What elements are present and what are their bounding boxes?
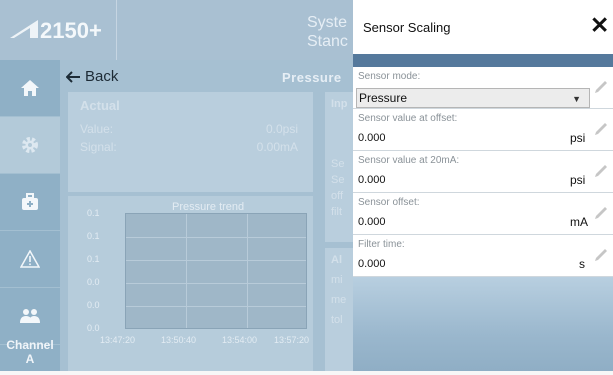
product-name: 2150+ <box>40 18 102 43</box>
back-button[interactable]: Back <box>66 68 118 85</box>
x-tick: 13:47:20 <box>100 335 136 345</box>
sidebar-item-settings[interactable] <box>0 117 60 174</box>
input-card-line: filt <box>331 206 342 218</box>
logo-icon <box>10 20 38 38</box>
select-value: Pressure <box>359 91 408 105</box>
sensor-value-offset-field: Sensor value at offset: 0.000 psi <box>353 109 613 151</box>
alarm-card-line: me <box>331 294 347 306</box>
trend-plot-area <box>125 213 307 329</box>
page-title: Pressure <box>282 70 342 85</box>
field-value[interactable]: 0.000 <box>358 132 386 144</box>
y-tick: 0.1 <box>87 231 100 241</box>
divider <box>116 0 117 60</box>
alarm-card-title: Al <box>331 254 342 266</box>
sensor-scaling-panel: Sensor Scaling ✕ Sensor mode: Pressure ▼… <box>353 0 613 375</box>
field-value[interactable]: 0.000 <box>358 216 386 228</box>
edit-pencil-icon[interactable] <box>593 205 609 221</box>
x-tick: 13:54:00 <box>222 335 258 345</box>
signal-label: Signal: <box>80 140 117 154</box>
panel-accent-bar <box>353 54 613 67</box>
panel-backdrop <box>353 277 613 375</box>
actual-card: Actual Value: 0.0psi Signal: 0.00mA <box>68 92 313 192</box>
sensor-form: Sensor mode: Pressure ▼ Sensor value at … <box>353 67 613 277</box>
y-tick: 0.0 <box>87 300 100 310</box>
field-label: Sensor mode: <box>358 71 421 82</box>
sensor-offset-field: Sensor offset: 0.000 mA <box>353 193 613 235</box>
y-tick: 0.0 <box>87 277 100 287</box>
field-label: Sensor offset: <box>358 197 420 208</box>
main-content: Back Pressure Actual Value: 0.0psi Signa… <box>60 60 365 375</box>
edit-pencil-icon[interactable] <box>593 121 609 137</box>
x-tick: 13:50:40 <box>161 335 197 345</box>
arrow-left-icon <box>66 70 80 83</box>
back-label: Back <box>85 68 119 85</box>
sidebar-item-home[interactable] <box>0 60 60 117</box>
channel-selector[interactable]: Channel A <box>0 338 60 366</box>
y-tick: 0.1 <box>87 208 100 218</box>
system-label: Syste <box>307 14 348 31</box>
edit-pencil-icon[interactable] <box>593 247 609 263</box>
field-unit: psi <box>570 131 586 145</box>
sensor-mode-select[interactable]: Pressure ▼ <box>356 88 590 108</box>
filter-time-field: Filter time: 0.000 s <box>353 235 613 277</box>
chevron-down-icon: ▼ <box>572 94 581 104</box>
field-value[interactable]: 0.000 <box>358 258 386 270</box>
toolbox-icon <box>22 193 38 210</box>
actual-title: Actual <box>80 98 120 113</box>
home-icon <box>21 80 39 96</box>
field-value[interactable]: 0.000 <box>358 174 386 186</box>
system-status: Stanc <box>307 33 348 50</box>
y-tick: 0.1 <box>87 254 100 264</box>
sensor-mode-field: Sensor mode: Pressure ▼ <box>353 67 613 109</box>
gear-icon <box>22 137 38 153</box>
sensor-value-20ma-field: Sensor value at 20mA: 0.000 psi <box>353 151 613 193</box>
input-card-title: Inp <box>331 98 348 110</box>
sidebar-item-alarms[interactable] <box>0 231 60 288</box>
edit-pencil-icon[interactable] <box>593 79 609 95</box>
input-card-line: off <box>331 190 344 202</box>
input-card-line: Se <box>331 158 345 170</box>
panel-header: Sensor Scaling ✕ <box>353 0 613 54</box>
y-tick: 0.0 <box>87 323 100 333</box>
field-label: Filter time: <box>358 239 405 250</box>
edit-pencil-icon[interactable] <box>593 163 609 179</box>
sidebar-item-toolbox[interactable] <box>0 174 60 231</box>
field-unit: mA <box>570 215 588 229</box>
channel-label: Channel <box>6 338 54 352</box>
bottom-edge <box>0 371 613 375</box>
sidebar-item-users[interactable] <box>0 288 60 345</box>
sidebar: Channel A <box>0 60 60 375</box>
signal-reading: 0.00mA <box>256 140 298 154</box>
alarm-card-line: mi <box>331 274 343 286</box>
close-icon[interactable]: ✕ <box>590 14 609 37</box>
alarm-card-line: tol <box>331 314 343 326</box>
field-label: Sensor value at 20mA: <box>358 155 460 166</box>
warning-icon <box>20 250 40 268</box>
field-label: Sensor value at offset: <box>358 113 458 124</box>
input-card-line: Se <box>331 174 345 186</box>
x-tick: 13:57:20 <box>274 335 310 345</box>
panel-title: Sensor Scaling <box>363 20 451 35</box>
field-unit: psi <box>570 173 586 187</box>
field-unit: s <box>579 257 585 271</box>
users-icon <box>20 309 40 323</box>
value-label: Value: <box>80 122 114 136</box>
trend-title: Pressure trend <box>172 201 245 213</box>
pressure-trend-chart: Pressure trend 0.1 0.1 0.1 0.0 0.0 0.0 1… <box>68 196 313 374</box>
channel-value: A <box>25 352 35 366</box>
value-reading: 0.0psi <box>265 122 298 136</box>
